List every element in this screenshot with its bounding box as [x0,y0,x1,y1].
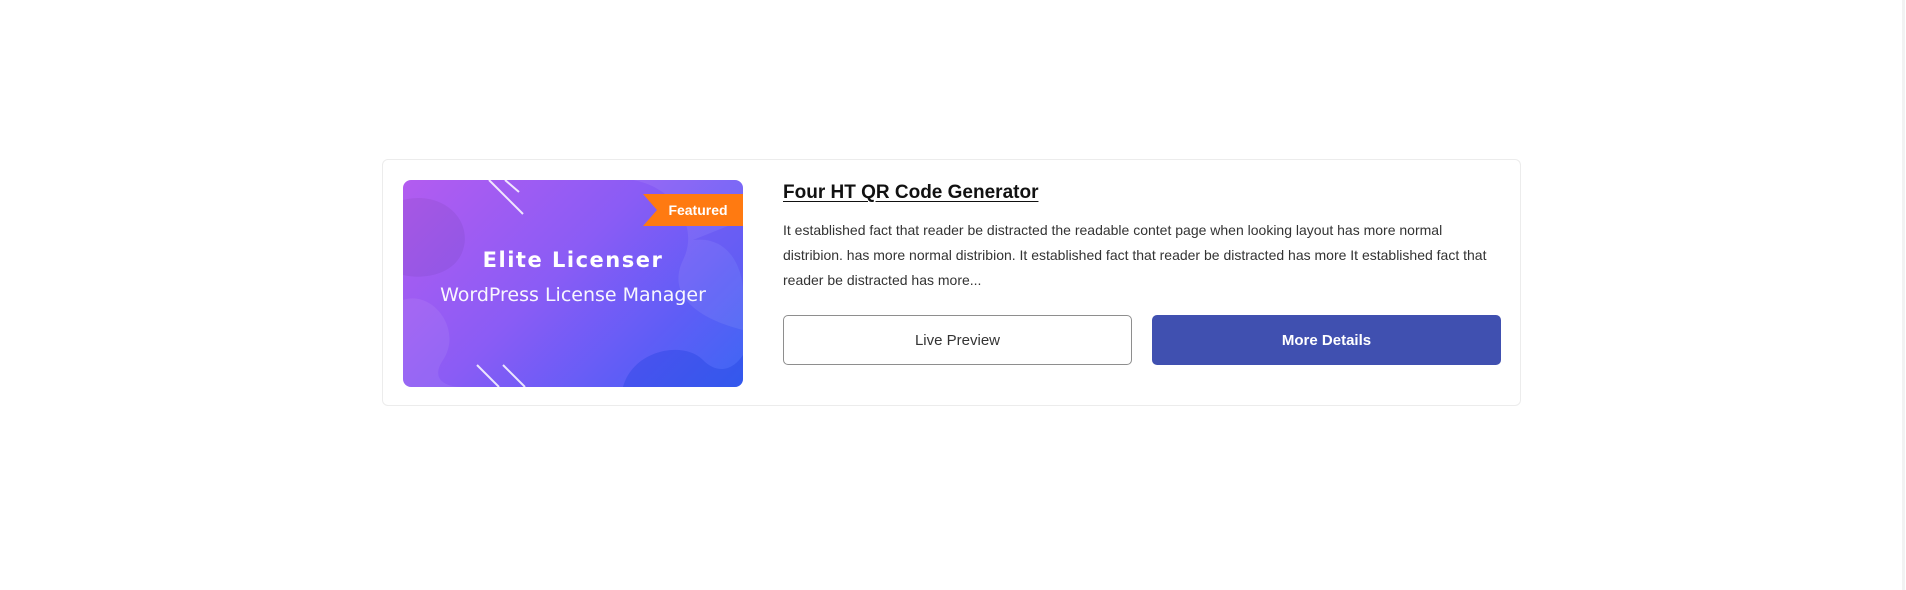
product-card: Elite Licenser WordPress License Manager… [382,159,1521,406]
thumbnail-subtitle: WordPress License Manager [440,284,706,306]
product-description: It established fact that reader be distr… [783,222,1487,288]
page-scrollbar[interactable] [1902,0,1905,590]
product-thumbnail[interactable]: Elite Licenser WordPress License Manager… [403,180,743,387]
product-title-link[interactable]: Four HT QR Code Generator [783,180,1503,206]
more-details-button[interactable]: More Details [1152,315,1501,365]
thumbnail-title: Elite Licenser [482,248,664,272]
product-actions: Live Preview More Details [783,315,1503,365]
live-preview-button[interactable]: Live Preview [783,315,1132,365]
featured-badge: Featured [643,194,743,226]
product-content: Four HT QR Code Generator It established… [783,180,1503,365]
